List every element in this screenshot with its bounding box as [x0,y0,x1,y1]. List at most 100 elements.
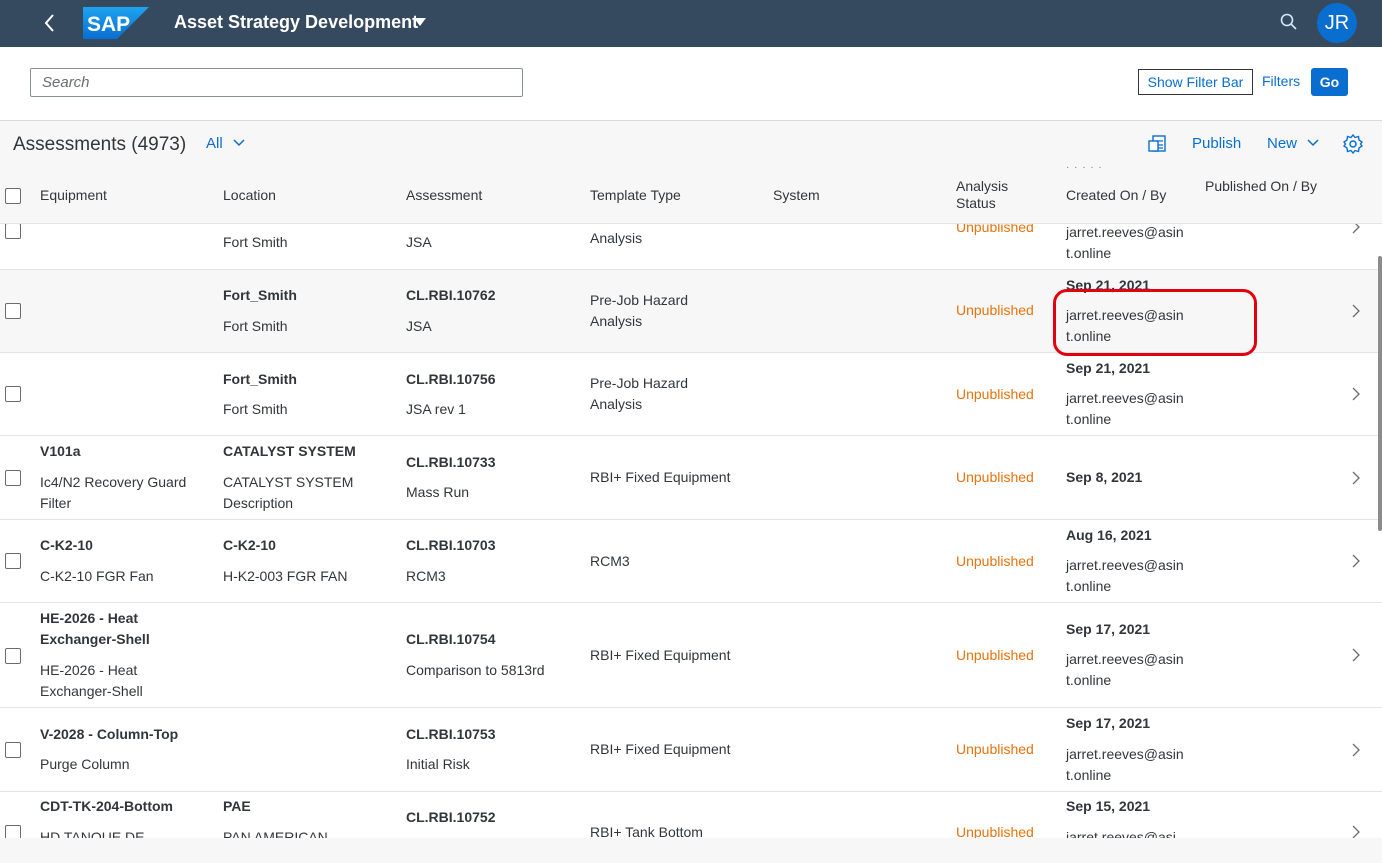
column-header-template-type[interactable]: Template Type [590,187,681,204]
chevron-right-icon[interactable] [1351,825,1361,838]
assessment-name: JSA [406,318,432,334]
chevron-down-icon[interactable] [1307,139,1319,147]
row-checkbox[interactable] [5,224,21,239]
table-row[interactable]: Fort Smith JSA Analysis Unpublished jarr… [0,224,1382,270]
location-title[interactable]: Fort_Smith [223,285,297,306]
caret-down-icon[interactable] [414,18,426,26]
equipment-desc: C-K2-10 FGR Fan [40,568,154,584]
column-header-assessment[interactable]: Assessment [406,187,482,204]
go-button[interactable]: Go [1311,68,1348,96]
row-checkbox[interactable] [5,303,21,319]
variant-selector[interactable]: All [206,135,223,152]
chevron-right-icon[interactable] [1351,743,1361,757]
location-desc: PAN AMERICAN [223,829,328,838]
assessment-id[interactable]: CL.RBI.10756 [406,369,495,390]
table-row[interactable]: Fort_Smith Fort Smith CL.RBI.10756 JSA r… [0,353,1382,436]
template-type: Pre-Job Hazard Analysis [590,375,689,412]
select-all-checkbox[interactable] [5,188,21,204]
template-type: RBI+ Tank Bottom [590,824,703,838]
template-type: RBI+ Fixed Equipment [590,469,731,485]
column-header-system[interactable]: System [773,187,820,204]
location-title[interactable]: CATALYST SYSTEM [223,441,356,462]
template-type: RBI+ Fixed Equipment [590,741,731,757]
annotation-highlight [1053,289,1257,356]
sap-logo[interactable]: SAP [83,7,149,39]
equipment-title[interactable]: V-2028 - Column-Top [40,724,178,745]
table-title: Assessments (4973) [13,134,187,155]
chevron-right-icon[interactable] [1351,224,1361,234]
search-input[interactable] [30,68,523,97]
created-by: jarret.reeves@asi [1066,829,1176,838]
row-checkbox[interactable] [5,553,21,569]
assessment-id[interactable]: CL.RBI.10753 [406,724,495,745]
column-header-published[interactable]: Published On / By [1205,178,1323,195]
chevron-right-icon[interactable] [1351,304,1361,318]
created-by: jarret.reeves@asint.online [1066,224,1184,261]
chevron-right-icon[interactable] [1351,554,1361,568]
status-badge: Unpublished [956,224,1034,235]
assessment-id[interactable]: CL.RBI.10733 [406,452,495,473]
template-type: RCM3 [590,553,630,569]
equipment-desc: HE-2026 - Heat Exchanger-Shell [40,662,143,699]
column-header-created[interactable]: Created On / By [1066,187,1166,204]
show-filter-bar-button[interactable]: Show Filter Bar [1138,69,1253,95]
vertical-scrollbar[interactable] [1378,256,1382,531]
row-checkbox[interactable] [5,386,21,402]
assessment-id[interactable]: CL.RBI.10703 [406,535,495,556]
row-checkbox[interactable] [5,648,21,664]
assessment-id[interactable]: CL.RBI.10752 [406,807,495,828]
equipment-title[interactable]: C-K2-10 [40,535,93,556]
row-checkbox[interactable] [5,742,21,758]
template-type: RBI+ Fixed Equipment [590,647,731,663]
column-header-equipment[interactable]: Equipment [40,187,107,204]
created-on: Sep 17, 2021 [1066,621,1151,637]
created-by: jarret.reeves@asint.online [1066,651,1184,688]
location-title[interactable]: PAE [223,796,251,817]
created-by: jarret.reeves@asint.online [1066,746,1184,783]
assessment-name: Initial Risk [406,756,470,772]
chevron-right-icon[interactable] [1351,387,1361,401]
column-header-location[interactable]: Location [223,187,276,204]
table-row[interactable]: C-K2-10 C-K2-10 FGR Fan C-K2-10 H-K2-003… [0,520,1382,603]
equipment-title[interactable]: CDT-TK-204-Bottom [40,796,173,817]
assessment-name: JSA [406,234,432,250]
assessment-id[interactable]: CL.RBI.10754 [406,629,495,650]
scroll-fragment: · · · · · [1066,162,1103,173]
template-type: Pre-Job Hazard Analysis [590,292,689,329]
status-badge: Unpublished [956,302,1034,318]
row-checkbox[interactable] [5,825,21,838]
created-on: Sep 8, 2021 [1066,469,1143,485]
back-icon[interactable] [38,11,62,35]
template-type: Analysis [590,230,643,246]
new-button[interactable]: New [1267,135,1297,152]
column-header-analysis-status[interactable]: Analysis Status [956,178,1036,212]
avatar[interactable]: JR [1317,3,1357,43]
shell-bar: SAP Asset Strategy Development JR [0,0,1382,47]
equipment-title[interactable]: HE-2026 - Heat Exchanger-Shell [40,608,200,650]
equipment-title[interactable]: V101a [40,441,80,462]
table-row[interactable]: V101a Ic4/N2 Recovery Guard Filter CATAL… [0,436,1382,520]
export-icon[interactable] [1147,133,1169,155]
assessment-id[interactable]: CL.RBI.10762 [406,285,495,306]
equipment-desc: Ic4/N2 Recovery Guard Filter [40,474,187,511]
row-checkbox[interactable] [5,470,21,486]
location-desc: Fort Smith [223,234,288,250]
table-row[interactable]: HE-2026 - Heat Exchanger-Shell HE-2026 -… [0,603,1382,708]
location-title[interactable]: C-K2-10 [223,535,276,556]
filters-button[interactable]: Filters [1262,73,1300,89]
table-header: · · · · · Equipment Location Assessment … [0,162,1382,224]
table-row[interactable]: CDT-TK-204-Bottom HD TANQUE DE PAE PAN A… [0,792,1382,838]
search-icon[interactable] [1279,12,1299,32]
chevron-right-icon[interactable] [1351,471,1361,485]
app-title[interactable]: Asset Strategy Development [174,12,418,33]
chevron-right-icon[interactable] [1351,648,1361,662]
status-badge: Unpublished [956,741,1034,757]
status-badge: Unpublished [956,386,1034,402]
settings-icon[interactable] [1342,133,1364,155]
publish-button[interactable]: Publish [1192,135,1241,152]
table-row[interactable]: V-2028 - Column-Top Purge Column CL.RBI.… [0,708,1382,792]
chevron-down-icon[interactable] [233,139,245,147]
location-title[interactable]: Fort_Smith [223,369,297,390]
location-desc: Fort Smith [223,318,288,334]
equipment-desc: HD TANQUE DE [40,829,145,838]
